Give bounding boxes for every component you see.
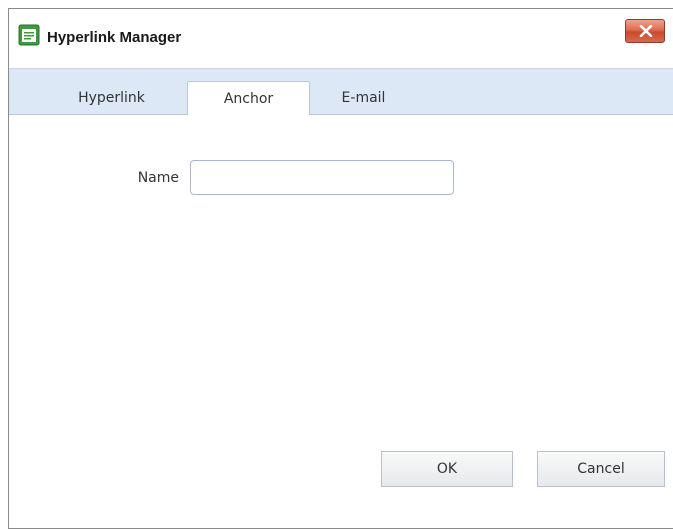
ok-button[interactable]: OK <box>381 451 513 487</box>
tab-strip: Hyperlink Anchor E-mail <box>9 68 673 117</box>
document-icon <box>18 24 40 46</box>
close-x-icon <box>639 25 653 37</box>
cancel-button[interactable]: Cancel <box>537 451 665 487</box>
name-input[interactable] <box>190 160 454 195</box>
name-label: Name <box>137 170 179 186</box>
close-button[interactable] <box>625 19 665 43</box>
dialog-title: Hyperlink Manager <box>47 29 182 46</box>
tab-anchor[interactable]: Anchor <box>187 81 310 117</box>
anchor-panel: Name OK Cancel <box>9 115 673 528</box>
tab-email[interactable]: E-mail <box>311 81 416 116</box>
tab-hyperlink[interactable]: Hyperlink <box>54 81 169 116</box>
hyperlink-manager-dialog: Hyperlink Manager Hyperlink Anchor E-mai… <box>8 8 673 529</box>
title-bar: Hyperlink Manager <box>9 9 673 67</box>
